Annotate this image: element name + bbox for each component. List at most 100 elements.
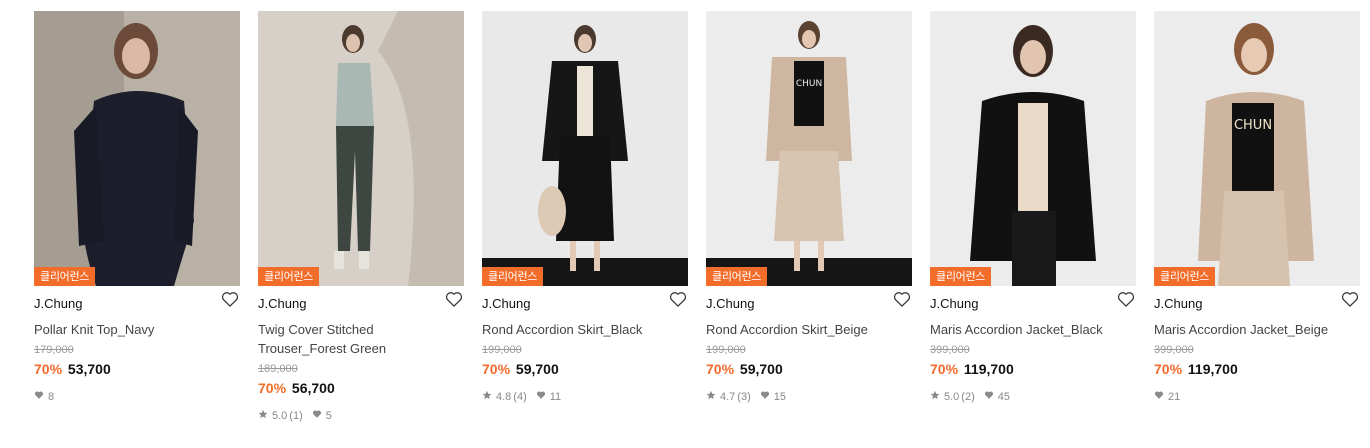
product-meta: 5.0 (1) 5 bbox=[258, 409, 464, 422]
like-heart-icon bbox=[536, 390, 546, 403]
discount-rate: 70% bbox=[930, 361, 959, 377]
product-card[interactable]: 클리어런스 J.Chung Pollar Knit Top_Navy 179,0… bbox=[34, 11, 240, 403]
product-image[interactable]: 클리어런스 bbox=[482, 11, 688, 286]
price-row: 70% 59,700 bbox=[482, 360, 688, 378]
price-row: 70% 53,700 bbox=[34, 360, 240, 378]
product-card[interactable]: CHUN 클리어런스 J.Chung Rond Accordion Skirt_… bbox=[706, 11, 912, 403]
likes: 45 bbox=[984, 390, 1010, 403]
like-count: 15 bbox=[773, 390, 786, 403]
brand-name[interactable]: J.Chung bbox=[930, 293, 978, 315]
like-heart-icon bbox=[312, 409, 322, 422]
product-name[interactable]: Rond Accordion Skirt_Beige bbox=[706, 320, 912, 339]
likes: 11 bbox=[536, 390, 561, 403]
like-count: 21 bbox=[1168, 390, 1181, 403]
rating-score: 4.7 bbox=[720, 390, 736, 403]
discount-rate: 70% bbox=[258, 380, 287, 396]
product-card[interactable]: 클리어런스 J.Chung Maris Accordion Jacket_Bla… bbox=[930, 11, 1136, 403]
brand-name[interactable]: J.Chung bbox=[1154, 293, 1202, 315]
like-heart-icon bbox=[34, 390, 44, 403]
star-icon bbox=[706, 390, 716, 403]
price-row: 70% 119,700 bbox=[930, 360, 1136, 378]
product-card[interactable]: CHUN 클리어런스 J.Chung Maris Accordion Jacke… bbox=[1154, 11, 1360, 403]
rating-score: 4.8 bbox=[496, 390, 512, 403]
like-heart-icon bbox=[1154, 390, 1164, 403]
review-count: (4) bbox=[513, 390, 527, 403]
rating: 5.0 (1) bbox=[258, 409, 303, 422]
likes: 15 bbox=[760, 390, 786, 403]
sale-price: 59,700 bbox=[515, 361, 559, 377]
original-price: 199,000 bbox=[706, 344, 746, 356]
product-meta: 4.7 (3) 15 bbox=[706, 390, 912, 403]
star-icon bbox=[258, 409, 268, 422]
product-card[interactable]: 클리어런스 J.Chung Twig Cover Stitched Trouse… bbox=[258, 11, 464, 422]
wishlist-heart-icon[interactable] bbox=[1116, 289, 1136, 309]
original-price: 399,000 bbox=[1154, 344, 1194, 356]
like-count: 45 bbox=[997, 390, 1010, 403]
discount-rate: 70% bbox=[706, 361, 735, 377]
brand-name[interactable]: J.Chung bbox=[706, 293, 754, 315]
rating: 4.8 (4) bbox=[482, 390, 527, 403]
product-name[interactable]: Maris Accordion Jacket_Beige bbox=[1154, 320, 1360, 339]
like-count: 8 bbox=[48, 390, 55, 403]
like-heart-icon bbox=[984, 390, 994, 403]
product-image[interactable]: 클리어런스 bbox=[930, 11, 1136, 286]
discount-rate: 70% bbox=[482, 361, 511, 377]
clearance-badge: 클리어런스 bbox=[930, 267, 992, 286]
likes: 5 bbox=[312, 409, 332, 422]
rating-score: 5.0 bbox=[944, 390, 960, 403]
product-image[interactable]: CHUN 클리어런스 bbox=[1154, 11, 1360, 286]
clearance-badge: 클리어런스 bbox=[482, 267, 544, 286]
product-image[interactable]: 클리어런스 bbox=[34, 11, 240, 286]
price-row: 70% 56,700 bbox=[258, 379, 464, 397]
product-name[interactable]: Twig Cover Stitched Trouser_Forest Green bbox=[258, 320, 464, 358]
clearance-badge: 클리어런스 bbox=[258, 267, 320, 286]
brand-name[interactable]: J.Chung bbox=[258, 293, 306, 315]
svg-text:CHUN: CHUN bbox=[1234, 118, 1272, 133]
discount-rate: 70% bbox=[34, 361, 63, 377]
review-count: (2) bbox=[961, 390, 975, 403]
sale-price: 119,700 bbox=[1187, 361, 1238, 377]
like-heart-icon bbox=[760, 390, 770, 403]
product-image[interactable]: CHUN 클리어런스 bbox=[706, 11, 912, 286]
rating-score: 5.0 bbox=[272, 409, 288, 422]
original-price: 199,000 bbox=[482, 344, 522, 356]
likes: 8 bbox=[34, 390, 54, 403]
clearance-badge: 클리어런스 bbox=[706, 267, 768, 286]
sale-price: 53,700 bbox=[67, 361, 111, 377]
wishlist-heart-icon[interactable] bbox=[444, 289, 464, 309]
sale-price: 119,700 bbox=[963, 361, 1014, 377]
wishlist-heart-icon[interactable] bbox=[668, 289, 688, 309]
original-price: 179,000 bbox=[34, 344, 74, 356]
product-meta: 8 bbox=[34, 390, 240, 403]
discount-rate: 70% bbox=[1154, 361, 1183, 377]
star-icon bbox=[930, 390, 940, 403]
rating: 5.0 (2) bbox=[930, 390, 975, 403]
sale-price: 59,700 bbox=[739, 361, 783, 377]
likes: 21 bbox=[1154, 390, 1180, 403]
clearance-badge: 클리어런스 bbox=[34, 267, 96, 286]
product-name[interactable]: Rond Accordion Skirt_Black bbox=[482, 320, 688, 339]
price-row: 70% 119,700 bbox=[1154, 360, 1360, 378]
product-grid: 클리어런스 J.Chung Pollar Knit Top_Navy 179,0… bbox=[0, 0, 1370, 448]
review-count: (1) bbox=[289, 409, 303, 422]
original-price: 399,000 bbox=[930, 344, 970, 356]
product-name[interactable]: Pollar Knit Top_Navy bbox=[34, 320, 240, 339]
wishlist-heart-icon[interactable] bbox=[892, 289, 912, 309]
star-icon bbox=[482, 390, 492, 403]
product-name[interactable]: Maris Accordion Jacket_Black bbox=[930, 320, 1136, 339]
clearance-badge: 클리어런스 bbox=[1154, 267, 1216, 286]
product-meta: 5.0 (2) 45 bbox=[930, 390, 1136, 403]
product-image[interactable]: 클리어런스 bbox=[258, 11, 464, 286]
wishlist-heart-icon[interactable] bbox=[1340, 289, 1360, 309]
product-meta: 4.8 (4) 11 bbox=[482, 390, 688, 403]
brand-name[interactable]: J.Chung bbox=[34, 293, 82, 315]
wishlist-heart-icon[interactable] bbox=[220, 289, 240, 309]
price-row: 70% 59,700 bbox=[706, 360, 912, 378]
like-count: 5 bbox=[325, 409, 332, 422]
sale-price: 56,700 bbox=[291, 380, 335, 396]
brand-name[interactable]: J.Chung bbox=[482, 293, 530, 315]
product-meta: 21 bbox=[1154, 390, 1360, 403]
product-card[interactable]: 클리어런스 J.Chung Rond Accordion Skirt_Black… bbox=[482, 11, 688, 403]
rating: 4.7 (3) bbox=[706, 390, 751, 403]
like-count: 11 bbox=[549, 390, 562, 403]
